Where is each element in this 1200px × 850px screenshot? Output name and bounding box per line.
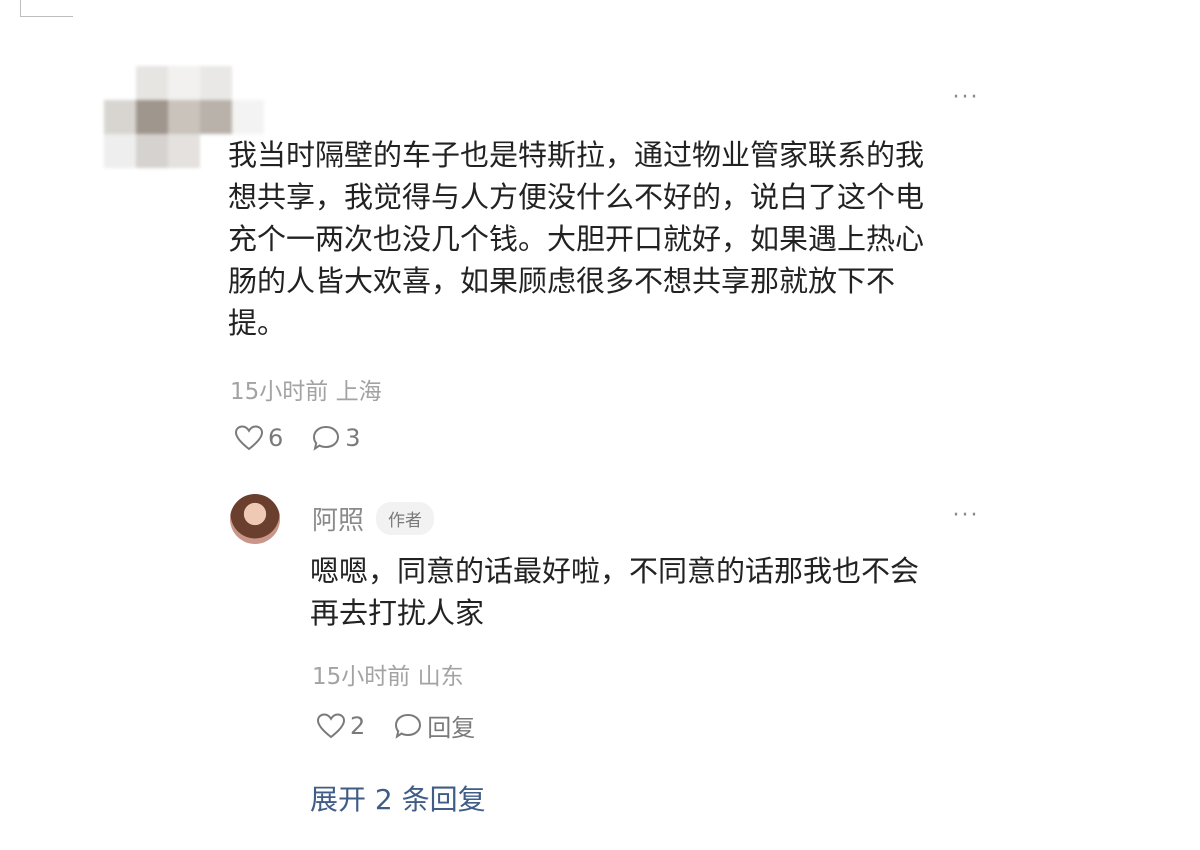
comment-actions: 6 3 [234,424,361,452]
like-count: 2 [350,711,366,740]
reply-header: 阿照 作者 [312,500,435,537]
more-dots-icon[interactable]: ··· [946,87,986,109]
comment-text-line: 想共享，我觉得与人方便没什么不好的，说白了这个电 [228,180,925,214]
expand-replies-link[interactable]: 展开 2 条回复 [310,778,486,818]
reply-text: 嗯嗯，同意的话最好啦，不同意的话那我也不会 再去打扰人家 [310,550,990,634]
comment-text-line: 提。 [228,306,287,340]
reply-button[interactable]: 回复 [393,708,475,743]
heart-outline-icon [316,712,346,738]
reply-actions: 2 回复 [316,708,475,743]
comment-text-line: 充个一两次也没几个钱。大胆开口就好，如果遇上热心 [228,222,925,256]
comment-text: 我当时隔壁的车子也是特斯拉，通过物业管家联系的我 想共享，我觉得与人方便没什么不… [228,134,988,344]
reply-text-line: 嗯嗯，同意的话最好啦，不同意的话那我也不会 [310,554,920,588]
reply-text-line: 再去打扰人家 [310,596,485,630]
reply-count: 3 [345,424,361,452]
author-badge: 作者 [376,502,435,535]
comment-meta: 15小时前 上海 [230,379,382,405]
like-count: 6 [268,424,284,452]
avatar[interactable] [230,494,280,544]
heart-outline-icon [234,425,264,451]
comment-thread: ··· 我当时隔壁的车子也是特斯拉，通过物业管家联系的我 想共享，我觉得与人方便… [0,0,1200,850]
like-button[interactable]: 2 [316,712,365,740]
comment-text-line: 肠的人皆大欢喜，如果顾虑很多不想共享那就放下不 [228,264,896,298]
comment-button[interactable]: 3 [311,424,361,452]
speech-bubble-icon [313,425,340,451]
reply-button-label: 回复 [427,714,476,742]
window-corner-line [20,0,73,17]
like-button[interactable]: 6 [234,424,283,452]
reply-meta: 15小时前 山东 [312,664,464,690]
comment-text-line: 我当时隔壁的车子也是特斯拉，通过物业管家联系的我 [228,138,925,172]
more-dots-icon[interactable]: ··· [946,505,986,527]
reply-username[interactable]: 阿照 [312,500,364,537]
speech-bubble-icon [395,713,422,739]
